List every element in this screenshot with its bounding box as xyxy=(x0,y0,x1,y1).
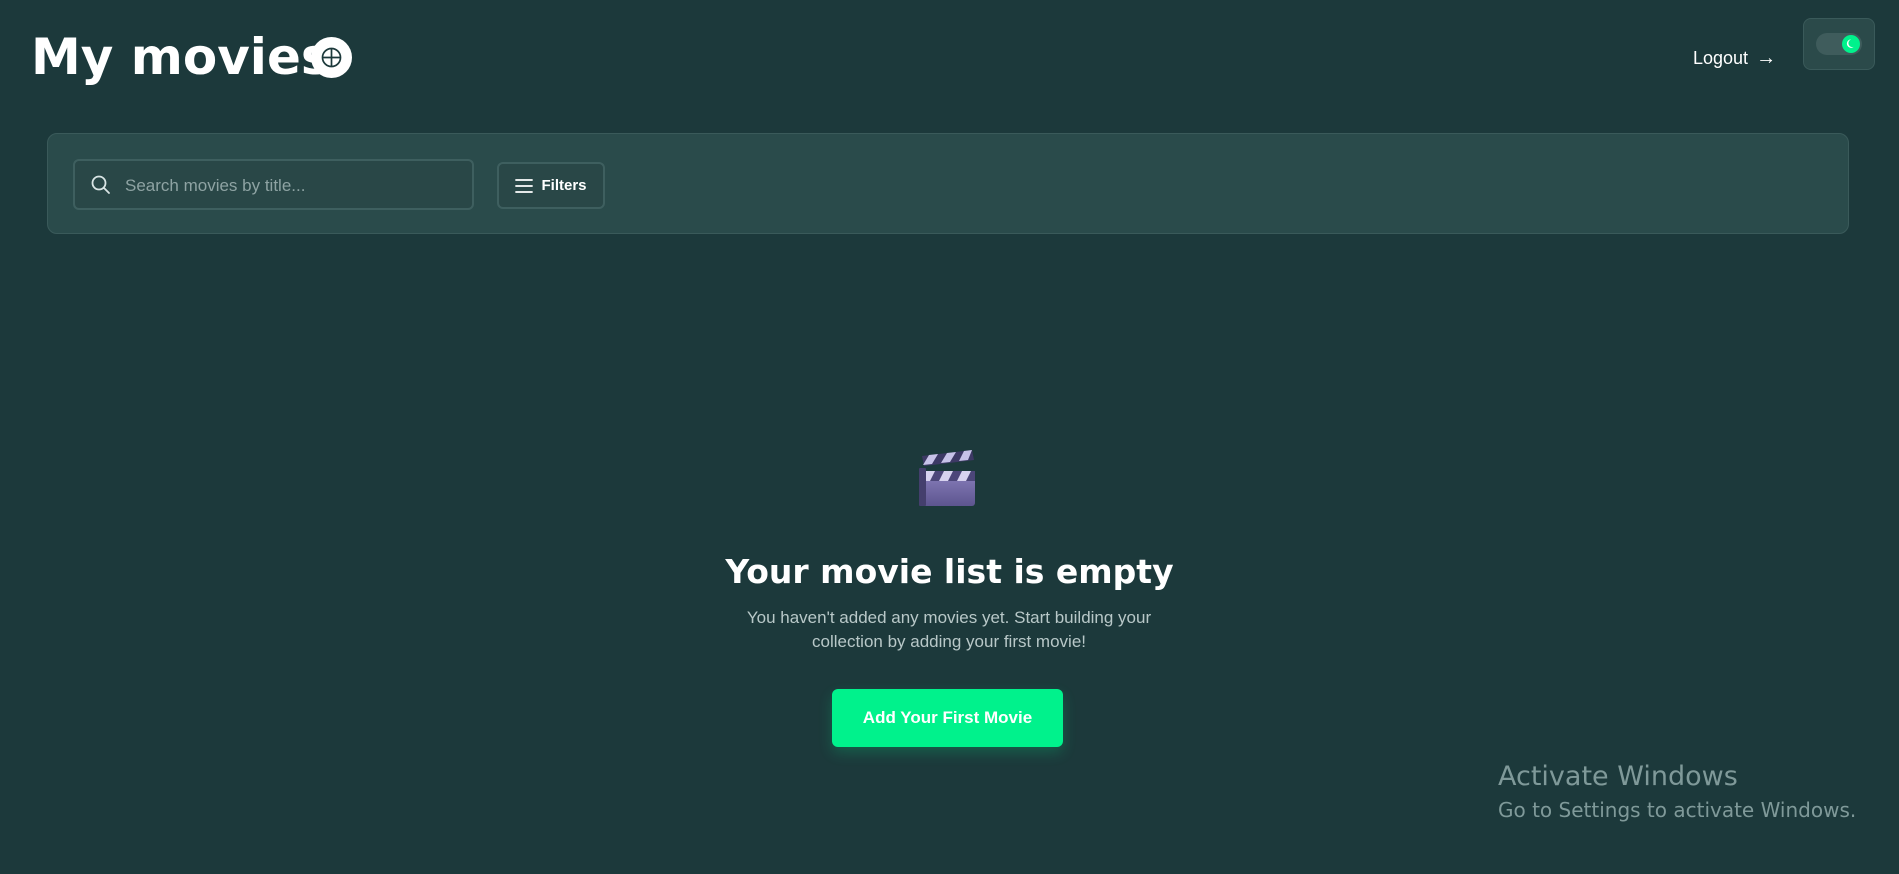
logout-label: Logout xyxy=(1693,47,1749,68)
empty-state-title: Your movie list is empty xyxy=(725,552,1174,591)
search-icon xyxy=(91,175,110,194)
windows-activation-watermark: Activate Windows Go to Settings to activ… xyxy=(1498,760,1878,826)
empty-state-description: You haven't added any movies yet. Start … xyxy=(746,608,1152,651)
watermark-subtitle: Go to Settings to activate Windows. xyxy=(1498,798,1857,822)
clapperboard-icon xyxy=(919,450,975,506)
menu-lines-icon xyxy=(515,178,534,193)
moon-icon xyxy=(1842,35,1860,53)
search-field[interactable] xyxy=(73,159,474,210)
logout-link[interactable]: Logout → xyxy=(1693,44,1776,72)
search-input[interactable] xyxy=(123,161,467,210)
filters-button[interactable]: Filters xyxy=(497,162,605,209)
arrow-right-icon: → xyxy=(1756,47,1777,69)
watermark-title: Activate Windows xyxy=(1498,761,1738,792)
search-panel: Filters xyxy=(47,133,1849,234)
filters-label: Filters xyxy=(541,177,587,194)
page-title: My movies xyxy=(31,28,331,86)
circle-plus-icon xyxy=(321,47,342,68)
theme-toggle[interactable] xyxy=(1803,18,1875,70)
add-first-movie-button[interactable]: Add Your First Movie xyxy=(832,689,1063,747)
toggle-track xyxy=(1816,33,1862,55)
add-movie-icon-button[interactable] xyxy=(311,37,352,78)
